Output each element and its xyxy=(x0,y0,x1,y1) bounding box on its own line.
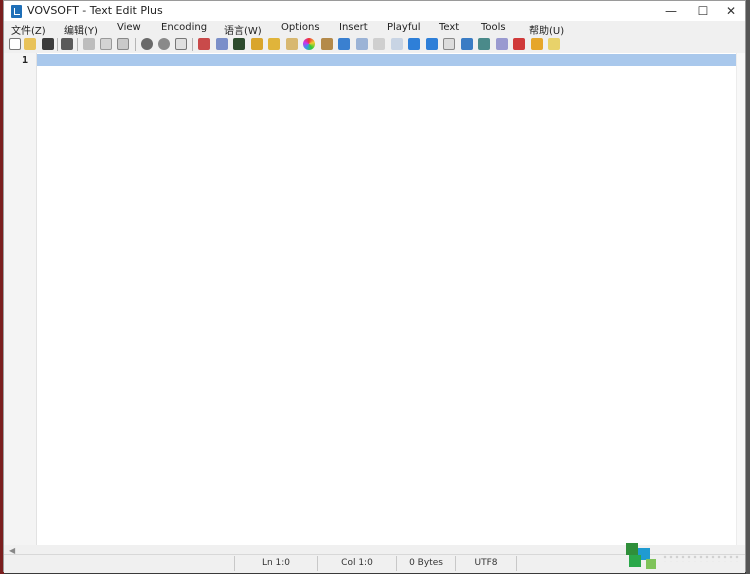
toolbar-separator xyxy=(57,38,58,51)
menu-playful[interactable]: Playful xyxy=(387,22,421,33)
text-down-icon[interactable] xyxy=(478,38,490,50)
image-icon[interactable] xyxy=(233,38,245,50)
vertical-scrollbar[interactable] xyxy=(736,53,745,545)
text-editor[interactable]: 1 xyxy=(4,53,745,545)
text-up-icon[interactable] xyxy=(461,38,473,50)
menu-encoding[interactable]: Encoding xyxy=(161,22,207,33)
close-button[interactable]: ✕ xyxy=(716,1,746,21)
save-icon[interactable] xyxy=(42,38,54,50)
menu-text[interactable]: Text xyxy=(439,22,459,33)
new-file-icon[interactable] xyxy=(9,38,21,50)
window-title: VOVSOFT - Text Edit Plus xyxy=(27,4,163,17)
menu-view[interactable]: View xyxy=(117,22,141,33)
document-icon[interactable] xyxy=(443,38,455,50)
toolbar-separator xyxy=(77,38,78,51)
status-column: Col 1:0 xyxy=(317,556,396,571)
unlock-icon[interactable] xyxy=(268,38,280,50)
copy-icon[interactable] xyxy=(100,38,112,50)
bookmark-icon[interactable] xyxy=(198,38,210,50)
app-icon xyxy=(11,5,22,18)
status-bytes: 0 Bytes xyxy=(396,556,455,571)
envelope-icon[interactable] xyxy=(391,38,403,50)
filter-icon[interactable] xyxy=(338,38,350,50)
email-icon[interactable] xyxy=(356,38,368,50)
menu-options[interactable]: Options xyxy=(281,22,320,33)
arrow-down-icon[interactable] xyxy=(426,38,438,50)
cut-icon[interactable] xyxy=(83,38,95,50)
status-empty-cell xyxy=(516,556,607,571)
toolbar-separator xyxy=(135,38,136,51)
current-line-highlight xyxy=(37,54,737,66)
watermark-logo xyxy=(626,542,744,572)
minimize-button[interactable]: — xyxy=(656,1,686,21)
title-bar[interactable]: VOVSOFT - Text Edit Plus — ☐ ✕ xyxy=(4,1,745,21)
maximize-button[interactable]: ☐ xyxy=(688,1,718,21)
toolbar-separator xyxy=(192,38,193,51)
replace-icon[interactable] xyxy=(158,38,170,50)
status-line: Ln 1:0 xyxy=(234,556,317,571)
desktop-background-right xyxy=(746,0,750,574)
tag-icon[interactable] xyxy=(286,38,298,50)
arrow-right-icon[interactable] xyxy=(408,38,420,50)
menu-file[interactable]: 文件(Z) xyxy=(11,22,46,37)
goto-icon[interactable] xyxy=(175,38,187,50)
list-icon[interactable] xyxy=(373,38,385,50)
menu-edit[interactable]: 编辑(Y) xyxy=(64,22,98,37)
menu-tools[interactable]: Tools xyxy=(481,22,506,33)
toolbar xyxy=(4,36,745,53)
pen-icon[interactable] xyxy=(321,38,333,50)
open-folder-icon[interactable] xyxy=(24,38,36,50)
bell-icon[interactable] xyxy=(531,38,543,50)
stack-icon[interactable] xyxy=(216,38,228,50)
find-icon[interactable] xyxy=(141,38,153,50)
grid-icon[interactable] xyxy=(496,38,508,50)
app-window: VOVSOFT - Text Edit Plus — ☐ ✕ 文件(Z) 编辑(… xyxy=(3,0,746,573)
menu-bar: 文件(Z) 编辑(Y) View Encoding 语言(W) Options … xyxy=(4,21,745,37)
print-icon[interactable] xyxy=(61,38,73,50)
menu-language[interactable]: 语言(W) xyxy=(224,22,262,37)
status-encoding[interactable]: UTF8 xyxy=(455,556,516,571)
paste-icon[interactable] xyxy=(117,38,129,50)
lock-icon[interactable] xyxy=(251,38,263,50)
menu-insert[interactable]: Insert xyxy=(339,22,368,33)
note-icon[interactable] xyxy=(548,38,560,50)
line-number-gutter: 1 xyxy=(4,53,37,545)
calendar-icon[interactable] xyxy=(513,38,525,50)
menu-help[interactable]: 帮助(U) xyxy=(529,22,564,37)
line-number: 1 xyxy=(22,55,29,66)
color-wheel-icon[interactable] xyxy=(303,38,315,50)
